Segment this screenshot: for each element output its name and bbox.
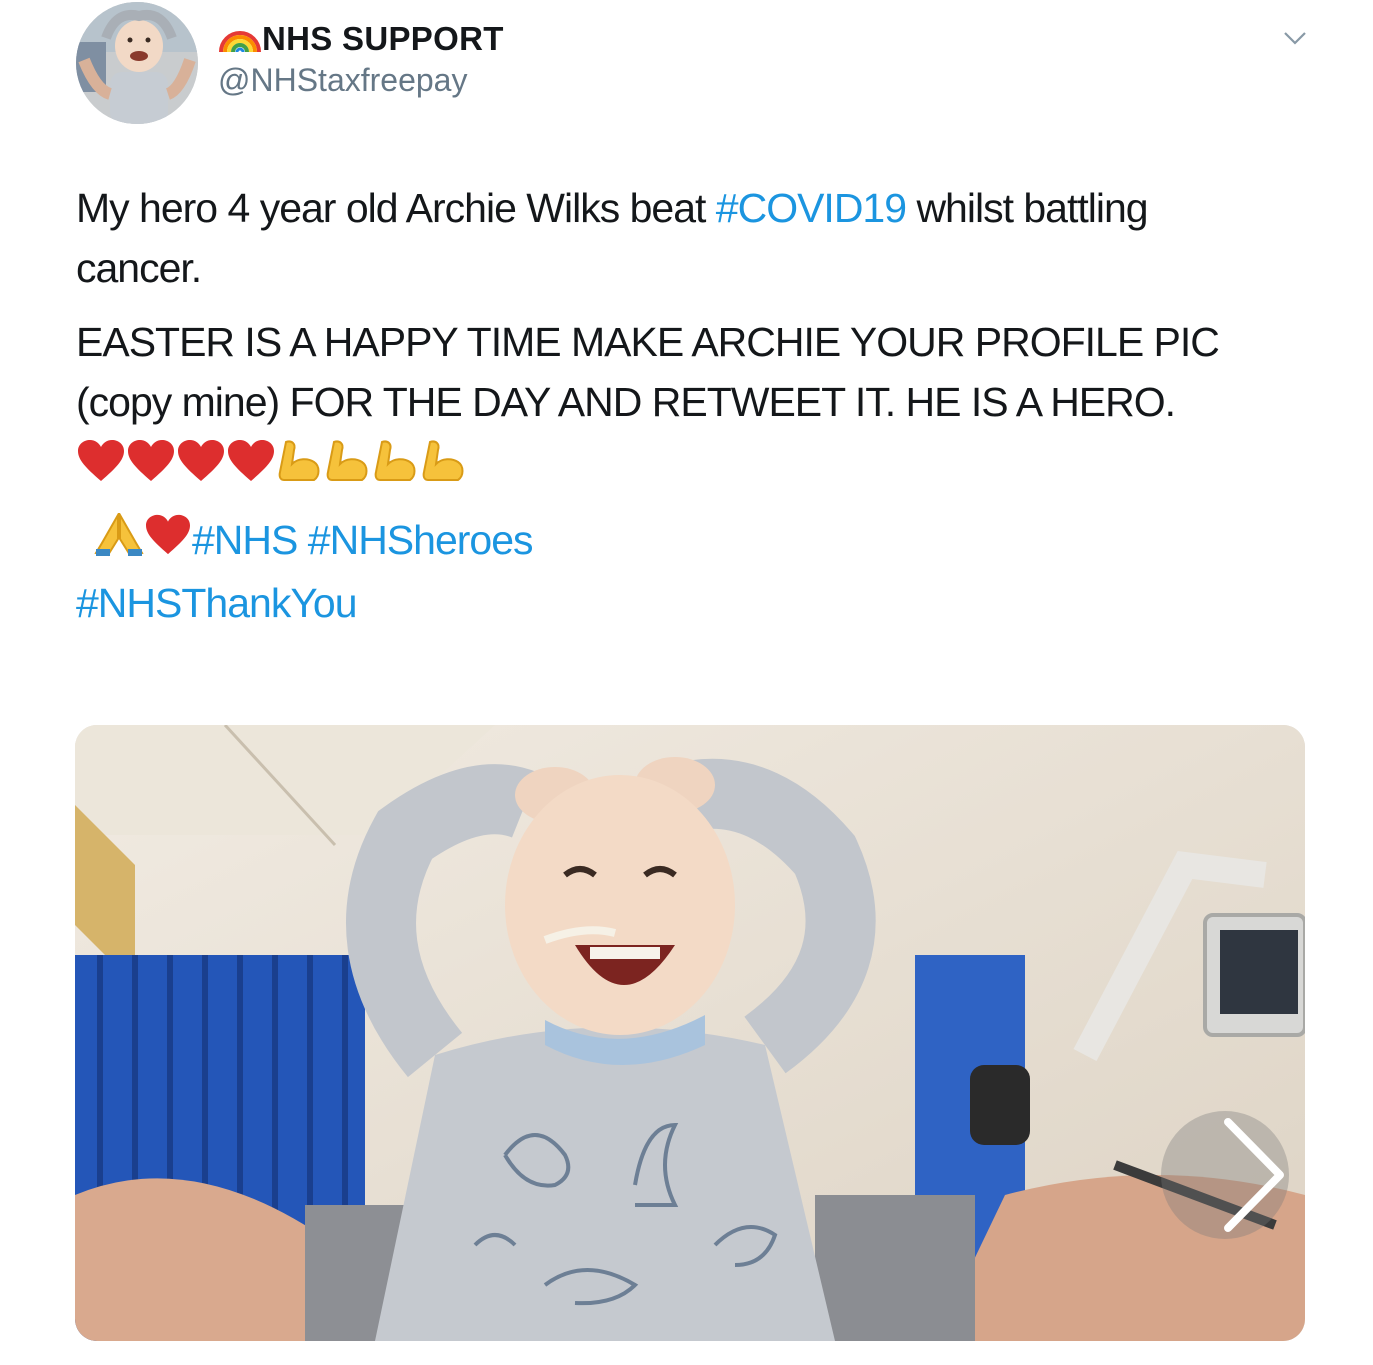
hashtag-paragraph: #NHS #NHSheroes #NHSThankYou: [76, 510, 1316, 633]
heart-emoji: [226, 438, 276, 500]
avatar[interactable]: [76, 2, 198, 124]
hashtag-nhs-link[interactable]: #NHS: [192, 517, 298, 563]
heart-emoji: [176, 438, 226, 500]
tweet-card: NHS SUPPORT @NHStaxfreepay My hero 4 yea…: [0, 0, 1373, 1365]
flexed-biceps-emoji: [372, 438, 420, 500]
text-segment: My hero 4 year old Archie Wilks beat: [76, 185, 716, 231]
heart-emoji: [126, 438, 176, 500]
chevron-right-icon: [1161, 1111, 1289, 1239]
display-name: NHS SUPPORT: [262, 20, 504, 57]
hashtag-nhsheroes-link[interactable]: #NHSheroes: [308, 517, 534, 563]
tweet-paragraph-2: EASTER IS A HAPPY TIME MAKE ARCHIE YOUR …: [76, 312, 1316, 432]
user-name-row[interactable]: NHS SUPPORT: [218, 18, 504, 60]
heart-emoji: [144, 513, 192, 573]
chevron-down-icon[interactable]: [1283, 28, 1307, 48]
tweet-text: My hero 4 year old Archie Wilks beat #CO…: [76, 178, 1316, 647]
user-handle[interactable]: @NHStaxfreepay: [218, 62, 467, 99]
tweet-media-photo[interactable]: [75, 725, 1305, 1341]
text-segment: EASTER IS A HAPPY TIME MAKE ARCHIE YOUR …: [76, 319, 1220, 365]
heart-emoji: [76, 438, 126, 500]
text-segment: whilst battling: [906, 185, 1148, 231]
folded-hands-emoji: [94, 511, 144, 573]
hashtag-covid19-link[interactable]: #COVID19: [716, 185, 907, 231]
photo-child-hospital: [75, 725, 1305, 1341]
tweet-paragraph-1: My hero 4 year old Archie Wilks beat #CO…: [76, 178, 1316, 298]
text-segment: cancer.: [76, 245, 202, 291]
flexed-biceps-emoji: [276, 438, 324, 500]
text-segment: (copy mine) FOR THE DAY AND RETWEET IT. …: [76, 379, 1176, 425]
emoji-line: [76, 436, 1316, 502]
rainbow-emoji: [218, 21, 262, 58]
flexed-biceps-emoji: [420, 438, 468, 500]
next-image-button[interactable]: [1160, 1110, 1290, 1240]
flexed-biceps-emoji: [324, 438, 372, 500]
hashtag-nhsthankyou-link[interactable]: #NHSThankYou: [76, 580, 358, 626]
